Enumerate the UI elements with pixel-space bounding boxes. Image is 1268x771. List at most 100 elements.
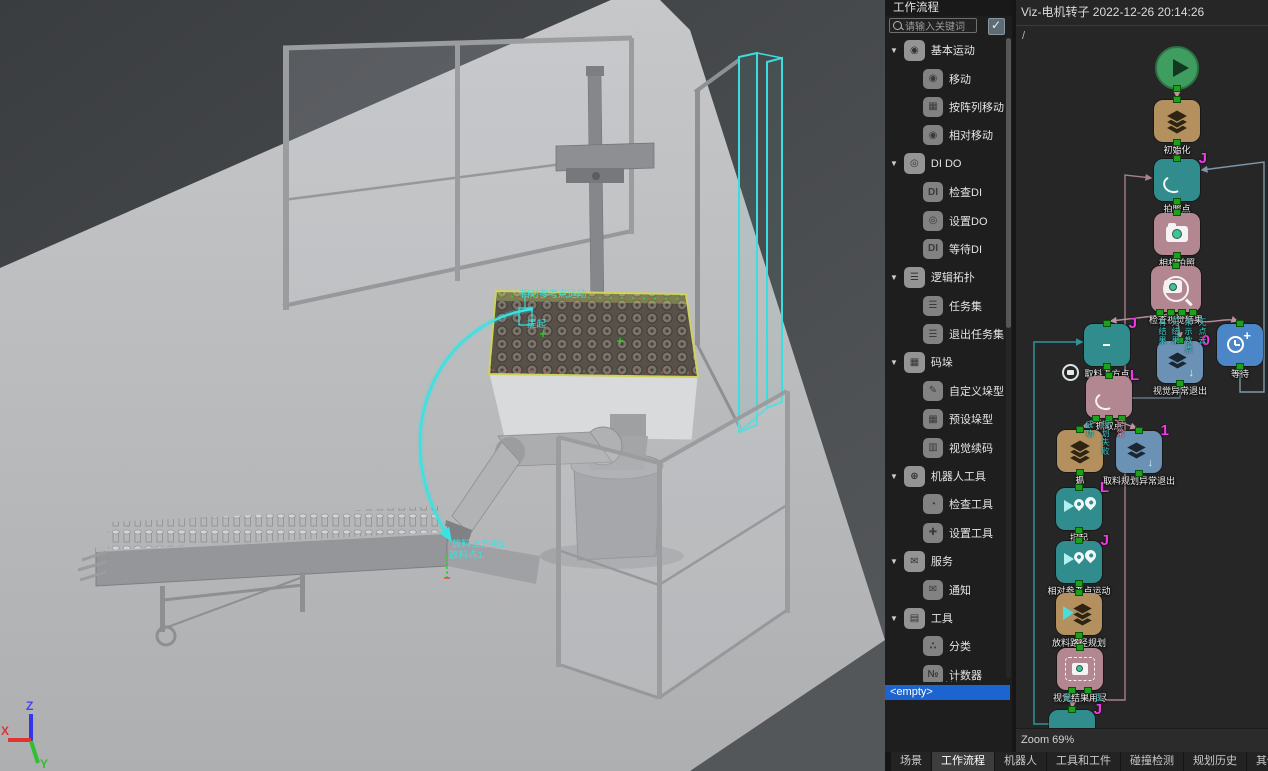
sidebar-step-item[interactable]: DI检查DI [885,178,1006,206]
node-port [1173,252,1181,259]
robot-tool-icon: ⊕ [904,466,925,487]
tab-碰撞检测[interactable]: 碰撞检测 [1121,752,1183,771]
flow-node-grasp-point[interactable]: 抓取点L [1086,376,1132,418]
sidebar-item-label: 自定义垛型 [949,383,1004,399]
sidebar-step-item[interactable]: ▦预设垛型 [885,405,1006,433]
expand-arrow-icon[interactable]: ▼ [890,46,898,55]
start-node[interactable] [1155,46,1199,90]
vision-pallet-icon: ▥ [923,438,943,458]
sidebar-group-item[interactable]: ▼▤工具 [885,604,1006,632]
search-input[interactable]: 请输入关键词 [889,18,977,33]
sidebar-item-label: 移动 [949,71,971,87]
node-port [1075,632,1083,639]
sidebar-step-item[interactable]: DI等待DI [885,235,1006,263]
node-port [1167,309,1175,316]
node-port [1178,309,1186,316]
sidebar-item-label: 机器人工具 [931,468,986,484]
tab-规划历史[interactable]: 规划历史 [1184,752,1246,771]
flow-node-wait[interactable]: 等待 [1217,324,1263,366]
sidebar-step-item[interactable]: ✉通知 [885,575,1006,603]
flow-node-pick-above-point[interactable]: 取料上方点J [1084,324,1130,366]
check-tool-icon: ◔ [923,494,943,514]
set-tool-icon: ✚ [923,523,943,543]
edge-label: 规划失败 [1100,420,1110,456]
sidebar-step-item[interactable]: ▦按阵列移动 [885,93,1006,121]
tree-scrollbar-thumb[interactable] [1006,38,1011,328]
expand-arrow-icon[interactable]: ▼ [890,472,898,481]
sidebar-step-item[interactable]: ☰任务集 [885,292,1006,320]
node-port [1173,155,1181,162]
expand-arrow-icon[interactable]: ▼ [890,614,898,623]
sidebar-step-item[interactable]: ✚设置工具 [885,519,1006,547]
workflow-panel: 工作流程 请输入关键词 ▼◉基本运动◉移动▦按阵列移动◉相对移动▼◎DI DOD… [885,0,1012,752]
sidebar-group-item[interactable]: ▼✉服务 [885,547,1006,575]
expand-arrow-icon[interactable]: ▼ [890,358,898,367]
node-badge: 1 [1161,422,1169,439]
sidebar-step-item[interactable]: ◉移动 [885,64,1006,92]
search-filter-checkbox[interactable] [988,18,1005,35]
play-layers-icon [1064,601,1094,627]
node-port [1172,262,1180,269]
flow-node-lift[interactable]: 提起L [1056,488,1102,530]
tab-机器人[interactable]: 机器人 [995,752,1046,771]
flow-node-photo-point[interactable]: 拍照点J [1154,159,1200,201]
flow-node-vision-abnormal-exit[interactable]: 视觉异常退出0 [1157,341,1203,383]
flow-node-relative-ref-move[interactable]: 相对参考点运动J [1056,541,1102,583]
sidebar-step-item[interactable]: ◉相对移动 [885,121,1006,149]
sidebar-step-item[interactable]: ◔ 检查工具 [885,490,1006,518]
array-move-icon: ▦ [923,97,943,117]
flowchart-pane[interactable]: Viz-电机转子 2022-12-26 20:14:26 / [1016,0,1268,752]
node-badge: J [1129,315,1137,332]
sidebar-step-item[interactable]: ∴分类 [885,632,1006,660]
tab-其他[interactable]: 其他 [1247,752,1268,771]
sidebar-step-item[interactable]: ☰退出任务集 [885,320,1006,348]
sidebar-item-label: 服务 [931,553,953,569]
node-port [1236,320,1244,327]
tab-工具和工件[interactable]: 工具和工件 [1047,752,1120,771]
node-badge: J [1199,150,1207,167]
sidebar-group-item[interactable]: ▼ ⊕ 机器人工具 [885,462,1006,490]
wait-di-icon: DI [923,239,943,259]
viewport-3d[interactable]: 相对参考点运动 提起 放料上方点1 放料点1 Z X Y [0,0,885,771]
node-badge: J [1101,532,1109,549]
layers-icon [1162,108,1192,134]
sidebar-group-item[interactable]: ▼☰逻辑拓扑 [885,263,1006,291]
flow-node-place-path-plan[interactable]: 放料路径规划 [1056,593,1102,635]
sidebar-step-item[interactable]: ✎自定义垛型 [885,377,1006,405]
sidebar-item-label: 设置DO [949,213,988,229]
expand-arrow-icon[interactable]: ▼ [890,557,898,566]
node-badge: L [1100,479,1109,496]
sidebar-group-item[interactable]: ▼◉基本运动 [885,36,1006,64]
camera-check-icon [1161,276,1191,302]
pin-path-icon [1094,384,1124,410]
selected-empty-row[interactable]: <empty> [885,685,1010,700]
node-port [1075,537,1083,544]
sidebar-item-label: 基本运动 [931,42,975,58]
sidebar-item-label: 相对移动 [949,127,993,143]
axis-z-label: Z [26,699,33,713]
tab-场景[interactable]: 场景 [891,752,931,771]
tab-工作流程[interactable]: 工作流程 [932,752,994,771]
layers-icon [1065,438,1095,464]
sidebar-item-label: 检查工具 [949,496,993,512]
sidebar-item-label: 通知 [949,582,971,598]
dido-icon: ◎ [904,153,925,174]
flow-node-init[interactable]: 初始化 [1154,100,1200,142]
sidebar-step-item[interactable]: ▥视觉续码 [885,433,1006,461]
sidebar-group-item[interactable]: ▼▦码垛 [885,348,1006,376]
flow-node-check-vision-result[interactable]: 检查视觉结果 [1151,266,1201,312]
sidebar-step-item[interactable]: ◎设置DO [885,206,1006,234]
flow-node-vision-result-used-up[interactable]: 视觉结果用尽 [1057,648,1103,690]
flow-node-camera-capture[interactable]: 相机拍照 [1154,213,1200,255]
node-port [1173,209,1181,216]
node-port [1076,426,1084,433]
axis-x-label: X [1,724,9,738]
flow-node-grab[interactable]: 抓 [1057,430,1103,472]
expand-arrow-icon[interactable]: ▼ [890,159,898,168]
node-port [1075,589,1083,596]
node-port [1103,320,1111,327]
expand-arrow-icon[interactable]: ▼ [890,273,898,282]
sidebar-group-item[interactable]: ▼◎DI DO [885,150,1006,178]
play-pin-icon [1064,549,1094,575]
waypoint-label-lift: 提起 [527,318,547,330]
